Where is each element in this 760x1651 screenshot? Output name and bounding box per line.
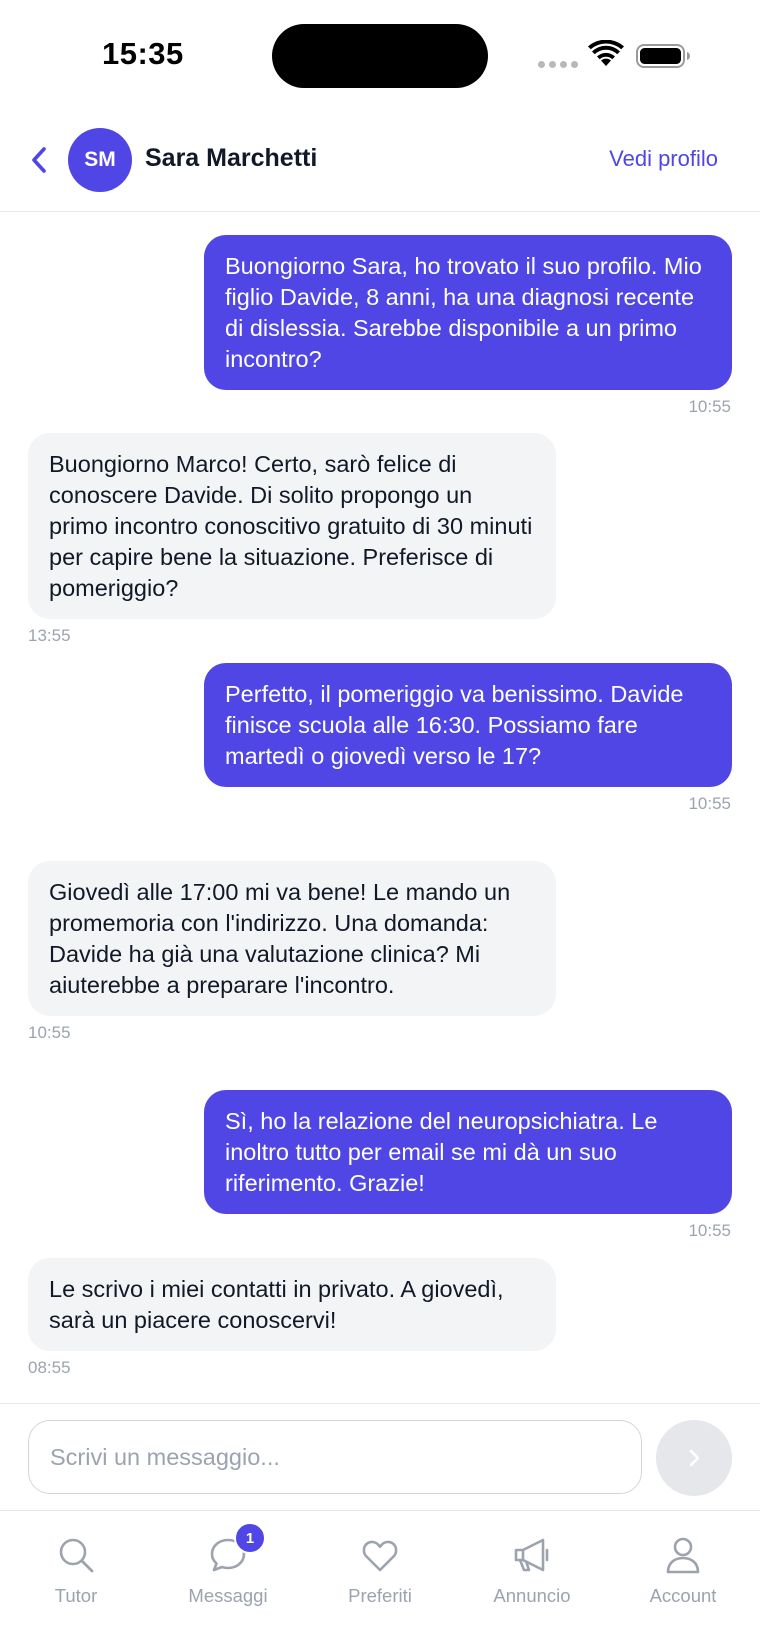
avatar[interactable]: SM [68,128,132,192]
tab-annuncio[interactable]: Annuncio [467,1535,597,1615]
message-incoming: Giovedì alle 17:00 mi va bene! Le mando … [28,861,556,1043]
unread-badge: 1 [234,1522,266,1554]
battery-icon [636,44,690,68]
tab-bar: Tutor 1 Messaggi Preferiti Annuncio Acco… [0,1510,760,1651]
back-button[interactable] [22,140,56,180]
message-bubble[interactable]: Sì, ho la relazione del neuropsichiatra.… [204,1090,732,1214]
message-bubble[interactable]: Giovedì alle 17:00 mi va bene! Le mando … [28,861,556,1016]
wifi-icon [588,40,624,66]
message-incoming: Buongiorno Marco! Certo, sarò felice di … [28,433,556,646]
search-icon [59,1538,94,1573]
cellular-signal-icon [538,61,578,68]
status-bar: 15:35 [0,0,760,110]
person-icon [666,1537,700,1574]
message-bubble[interactable]: Buongiorno Sara, ho trovato il suo profi… [204,235,732,390]
message-time: 10:55 [688,794,731,813]
tab-label: Messaggi [188,1585,268,1606]
dynamic-island [272,24,488,88]
tab-label: Account [649,1585,717,1606]
contact-name: Sara Marchetti [145,144,318,172]
chat-header: SM Sara Marchetti Vedi profilo [0,112,760,212]
chat-screen: 15:35 SM Sara Marchetti Vedi profilo Buo… [0,0,760,1651]
megaphone-icon [514,1538,549,1572]
message-bubble[interactable]: Le scrivo i miei contatti in privato. A … [28,1258,556,1351]
send-button[interactable] [656,1420,732,1496]
message-outgoing: Sì, ho la relazione del neuropsichiatra.… [204,1090,732,1241]
message-time: 10:55 [28,1023,71,1042]
chevron-right-icon [689,1449,700,1467]
tab-messaggi[interactable]: 1 Messaggi [163,1522,293,1615]
tab-preferiti[interactable]: Preferiti [315,1535,445,1615]
message-input[interactable] [28,1420,642,1494]
message-bubble[interactable]: Perfetto, il pomeriggio va benissimo. Da… [204,663,732,787]
view-profile-link[interactable]: Vedi profilo [609,146,718,172]
tab-label: Preferiti [348,1585,412,1606]
tab-tutor[interactable]: Tutor [11,1535,141,1615]
message-time: 08:55 [28,1358,71,1377]
tab-label: Tutor [54,1585,98,1606]
message-composer [0,1403,760,1511]
message-list[interactable]: Buongiorno Sara, ho trovato il suo profi… [0,213,760,1403]
tab-label: Annuncio [493,1585,571,1606]
chat-bubble-icon: 1 [208,1522,266,1575]
status-time: 15:35 [102,36,184,71]
message-time: 10:55 [688,397,731,416]
message-time: 13:55 [28,626,71,645]
message-outgoing: Perfetto, il pomeriggio va benissimo. Da… [204,663,732,814]
message-outgoing: Buongiorno Sara, ho trovato il suo profi… [204,235,732,417]
heart-icon [362,1540,398,1572]
message-incoming: Le scrivo i miei contatti in privato. A … [28,1258,556,1378]
message-bubble[interactable]: Buongiorno Marco! Certo, sarò felice di … [28,433,556,619]
message-time: 10:55 [688,1221,731,1240]
tab-account[interactable]: Account [618,1535,748,1615]
chevron-left-icon [32,147,46,173]
